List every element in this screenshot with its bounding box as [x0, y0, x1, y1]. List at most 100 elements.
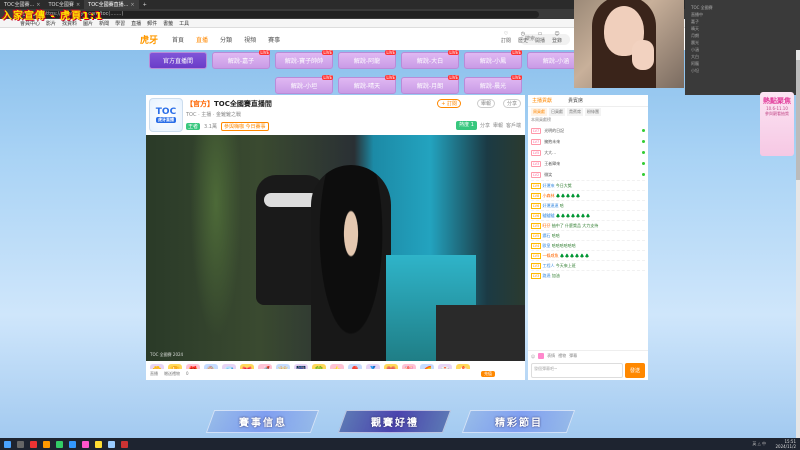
start-icon[interactable] — [4, 440, 11, 448]
category-button[interactable]: 解說-小坦 LIVE — [275, 75, 333, 94]
rank-row[interactable]: LV7 擁抱未來 — [531, 136, 645, 147]
app-icon[interactable] — [121, 440, 128, 448]
nav-video[interactable]: 視頻 — [244, 35, 256, 44]
hot-value: 1 — [470, 122, 474, 128]
bookmark[interactable]: 工具 — [179, 20, 189, 27]
address-bar[interactable]: https://www.huya.com/toc(.......) — [39, 10, 539, 18]
scrollbar-thumb[interactable] — [796, 60, 800, 180]
chat-message: LV6 好運連連 哈 — [531, 200, 645, 210]
app-icon[interactable] — [95, 440, 102, 448]
chat-username[interactable]: 鑽石 — [542, 233, 550, 238]
tray-icons[interactable]: 英 △ 中 — [752, 441, 766, 446]
rank-row[interactable]: LV7 光明的日記 — [531, 125, 645, 136]
rank-row[interactable]: LV2 微笑 — [531, 169, 645, 180]
tab-contribution[interactable]: 主播貢獻 — [532, 97, 552, 104]
bookmark[interactable]: 直播 — [131, 20, 141, 27]
tray-clock[interactable]: 英 △ 中 15:51 2024/11/2 — [752, 439, 796, 449]
subscribe-button[interactable]: + 訂閱 — [437, 99, 461, 108]
chat-username[interactable]: 旺仔 — [542, 223, 550, 228]
promo-banner[interactable]: 熱點聚焦 10.6-11.10 參與觀看抽獎 — [760, 92, 794, 156]
chat-username[interactable]: 小森林 — [542, 193, 554, 198]
hot-action[interactable]: 客戶端 — [506, 122, 521, 129]
rank-tab[interactable]: 粉絲團 — [585, 108, 601, 116]
report-button[interactable]: 舉報 — [476, 99, 495, 108]
chat-username[interactable]: 好運連連 — [542, 203, 558, 208]
room-meta-row: 王者 3.1萬 參與嗨咖 今日賽事 — [186, 122, 269, 131]
chat-username[interactable]: 一條咸魚 — [542, 253, 558, 258]
app-icon[interactable] — [82, 440, 89, 448]
app-icon[interactable] — [30, 440, 37, 448]
category-button[interactable]: 解說-嘉子 LIVE — [212, 50, 270, 69]
bookmark[interactable]: 書籤 — [163, 20, 173, 27]
nav-match[interactable]: 賽事 — [268, 35, 280, 44]
site-logo[interactable]: 虎牙 — [140, 33, 158, 46]
hot-badge[interactable]: 熱度 1 — [456, 121, 477, 130]
side-line: 晨光 — [691, 40, 699, 45]
level-badge: LV5 — [531, 149, 542, 156]
app-icon[interactable] — [56, 440, 63, 448]
tab-vip[interactable]: 貴賓席 — [568, 97, 583, 104]
category-button[interactable]: 解說-小鳳 LIVE — [464, 50, 522, 69]
rank-tab[interactable]: 貴賓席 — [567, 108, 583, 116]
top-nav: 首頁 直播 分類 視頻 賽事 — [172, 35, 280, 44]
nav-live[interactable]: 直播 — [196, 35, 208, 44]
chat-username[interactable]: 歐皇 — [542, 243, 550, 248]
share-button[interactable]: 分享 — [502, 99, 521, 108]
event-chip[interactable]: 參與嗨咖 今日賽事 — [220, 122, 269, 131]
level-badge: LV2 — [531, 171, 542, 178]
category-button[interactable]: 解說-月朗 LIVE — [401, 75, 459, 94]
avatar-sub: 虎牙直播 — [156, 117, 176, 123]
chat-tool[interactable]: 表情 — [547, 353, 555, 359]
category-button[interactable]: 解說-大白 LIVE — [401, 50, 459, 69]
category-button[interactable]: 解說-寶子帥帥 LIVE — [275, 50, 333, 69]
bottom-left: 直播 — [150, 370, 158, 376]
bookmark[interactable]: 學習 — [115, 20, 125, 27]
chat-tool[interactable]: 禮物 — [558, 353, 566, 359]
app-icon[interactable] — [69, 440, 76, 448]
nav-home[interactable]: 首頁 — [172, 35, 184, 44]
rank-row[interactable]: LV5 大大... — [531, 147, 645, 158]
highlights-button[interactable]: 精彩節目 — [461, 410, 576, 433]
chat-input[interactable]: 發個彈幕吧~ — [531, 363, 623, 378]
chat-input-area: ☺ 表情 禮物 彈幕 發個彈幕吧~ 發送 — [528, 350, 648, 380]
category-official[interactable]: 官方直播間 — [149, 52, 207, 69]
send-button[interactable]: 發送 — [625, 363, 645, 378]
hot-action[interactable]: 分享 — [480, 122, 490, 129]
login-icon[interactable]: ☺ 登錄 — [552, 31, 562, 44]
watch-gift-button[interactable]: 觀賽好禮 — [337, 410, 452, 433]
chat-tool[interactable]: 彈幕 — [569, 353, 577, 359]
broadcast-icon[interactable]: ▭ 開播 — [535, 31, 545, 44]
history-icon[interactable]: ◷ 歷史 — [518, 31, 528, 44]
search-icon[interactable] — [17, 440, 24, 448]
side-line: TOC 全國賽 — [691, 5, 713, 10]
rank-row[interactable]: LV3 王者歸來 — [531, 158, 645, 169]
chat-username[interactable]: 路過 — [542, 273, 550, 278]
app-icon[interactable] — [108, 440, 115, 448]
charge-button[interactable]: 充值 — [481, 370, 495, 377]
room-avatar[interactable]: TOC 虎牙直播 — [149, 98, 183, 132]
category-button[interactable]: 解說-晨光 LIVE — [464, 75, 522, 94]
chat-username[interactable]: 驢驢驢 — [542, 213, 554, 218]
close-icon[interactable]: × — [130, 2, 134, 8]
rank-tab[interactable]: 周貢獻 — [531, 108, 547, 116]
category-button[interactable]: 解說-晴天 LIVE — [338, 75, 396, 94]
hot-action[interactable]: 舉報 — [493, 122, 503, 129]
room-title-text: TOC全國賽直播間 — [214, 100, 272, 108]
category-button[interactable]: 解說-阿龍 LIVE — [338, 50, 396, 69]
emoji-icon[interactable]: ☺ — [531, 354, 535, 359]
nav-category[interactable]: 分類 — [220, 35, 232, 44]
gift-icon[interactable] — [538, 353, 545, 359]
category-label: 解說-嘉子 — [227, 58, 255, 65]
new-tab-icon[interactable]: + — [139, 0, 151, 9]
side-lines: TOC 全國賽 直播中 嘉子 晴天 月朗 晨光 小涵 大白 阿龍 小坦 — [691, 4, 791, 74]
player-panel: TOC 虎牙直播 【官方】TOC全國賽直播間 TOC · 主播 · 金鏟鏟之戰 王… — [146, 95, 525, 380]
chat-username[interactable]: 好運來 — [542, 183, 554, 188]
chat-username[interactable]: 工程人 — [542, 263, 554, 268]
video-player[interactable]: TOC 全國賽 2024 — [146, 135, 525, 361]
match-info-button[interactable]: 賽事信息 — [205, 410, 320, 433]
rank-tab[interactable]: 日貢獻 — [549, 108, 565, 116]
app-icon[interactable] — [43, 440, 50, 448]
bookmark[interactable]: 郵件 — [147, 20, 157, 27]
subscribe-icon[interactable]: ♡ 訂閱 — [501, 31, 511, 44]
side-line: 小涵 — [691, 47, 699, 52]
